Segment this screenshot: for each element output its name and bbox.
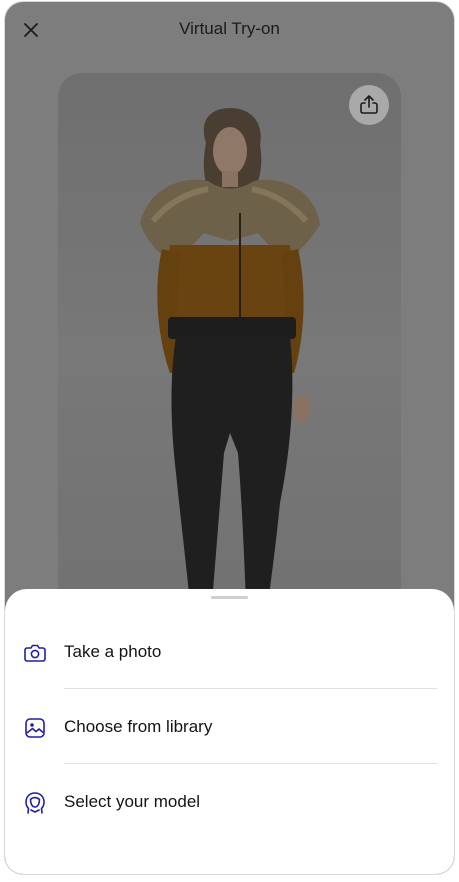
select-model-option[interactable]: Select your model <box>5 765 454 839</box>
share-button[interactable] <box>349 85 389 125</box>
image-library-icon <box>22 715 48 741</box>
divider <box>64 688 437 689</box>
select-model-label: Select your model <box>64 792 201 811</box>
model-face-icon <box>22 790 48 816</box>
choose-library-label: Choose from library <box>64 717 213 736</box>
model-illustration <box>140 108 320 603</box>
take-photo-label: Take a photo <box>64 642 162 661</box>
app-frame: Virtual Try-on Take a photo Choose from … <box>5 2 454 874</box>
divider <box>64 763 437 764</box>
camera-icon <box>22 640 48 666</box>
take-photo-option[interactable]: Take a photo <box>5 615 454 689</box>
share-icon <box>360 95 378 114</box>
choose-library-option[interactable]: Choose from library <box>5 690 454 764</box>
page-title: Virtual Try-on <box>179 19 280 38</box>
sheet-grabber[interactable] <box>211 596 248 599</box>
bottom-sheet: Take a photo Choose from library Select … <box>5 589 454 874</box>
try-on-photo <box>58 73 401 633</box>
header: Virtual Try-on <box>5 2 454 58</box>
